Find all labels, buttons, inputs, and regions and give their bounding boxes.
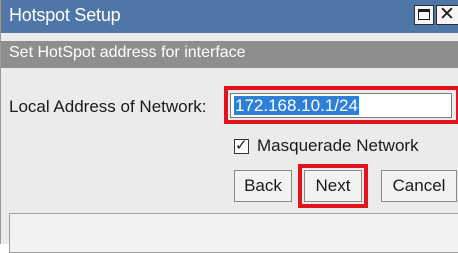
cancel-button[interactable]: Cancel (381, 170, 457, 202)
step-description: Set HotSpot address for interface (9, 44, 246, 61)
title-bar[interactable]: Hotspot Setup ✕ (1, 0, 458, 33)
step-description-bar: Set HotSpot address for interface (1, 41, 458, 68)
hotspot-setup-window: Hotspot Setup ✕ Set HotSpot address for … (0, 0, 458, 253)
back-button[interactable]: Back (234, 170, 292, 202)
masquerade-label[interactable]: Masquerade Network (257, 136, 419, 156)
next-highlight-box (298, 164, 368, 208)
local-address-label: Local Address of Network: (9, 97, 207, 116)
close-icon: ✕ (439, 4, 455, 25)
maximize-button[interactable] (414, 5, 434, 25)
local-address-input[interactable]: 172.168.10.1/24 (230, 93, 452, 118)
checkmark-icon: ✓ (235, 137, 248, 154)
masquerade-checkbox[interactable]: ✓ (234, 137, 249, 154)
maximize-icon (418, 9, 430, 20)
status-area (9, 213, 458, 253)
local-address-value: 172.168.10.1/24 (234, 96, 359, 115)
close-button[interactable]: ✕ (436, 4, 458, 25)
window-title: Hotspot Setup (9, 5, 121, 25)
